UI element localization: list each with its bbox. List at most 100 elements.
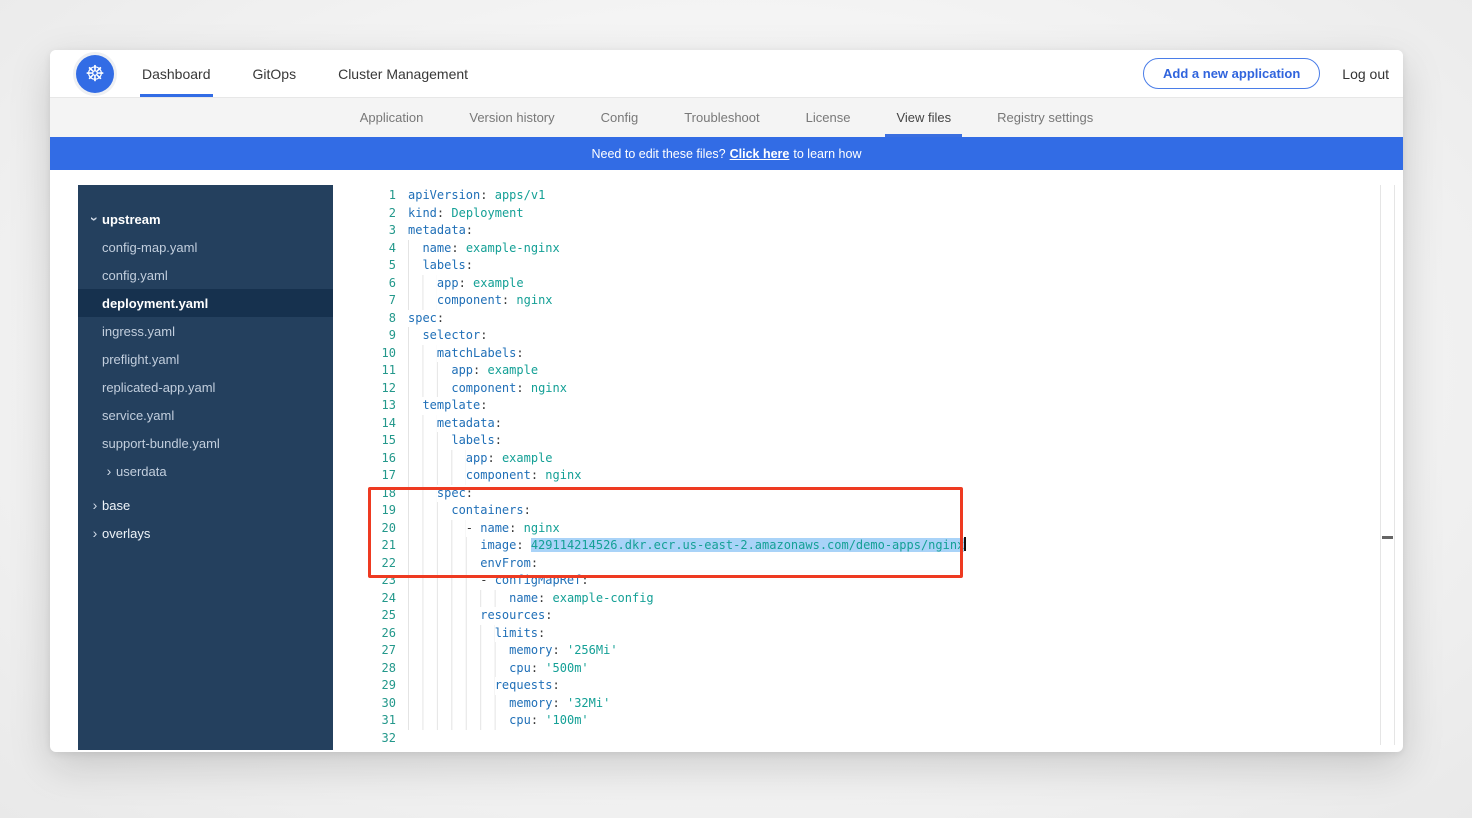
code-line-10: 10matchLabels:: [345, 345, 1380, 363]
line-number: 28: [345, 660, 408, 678]
code-line-22: 22envFrom:: [345, 555, 1380, 573]
text-cursor: [964, 537, 966, 551]
line-number: 4: [345, 240, 408, 258]
line-number: 14: [345, 415, 408, 433]
line-number: 6: [345, 275, 408, 293]
code-line-6: 6app: example: [345, 275, 1380, 293]
line-number: 12: [345, 380, 408, 398]
tab-version-history[interactable]: Version history: [458, 98, 565, 137]
code-line-31: 31cpu: '100m': [345, 712, 1380, 730]
banner-text-pre: Need to edit these files?: [592, 147, 726, 161]
code-line-20: 20- name: nginx: [345, 520, 1380, 538]
add-application-button[interactable]: Add a new application: [1143, 58, 1320, 89]
line-number: 3: [345, 222, 408, 240]
kubernetes-logo: ☸: [76, 55, 114, 93]
code-line-13: 13template:: [345, 397, 1380, 415]
chevron-right-icon: ›: [88, 525, 102, 541]
logout-link[interactable]: Log out: [1342, 66, 1389, 82]
nav-item-gitops[interactable]: GitOps: [251, 50, 299, 97]
line-number: 2: [345, 205, 408, 223]
tab-view-files[interactable]: View files: [885, 98, 962, 137]
tree-item-service-yaml[interactable]: service.yaml: [78, 401, 333, 429]
code-line-21: 21image: 429114214526.dkr.ecr.us-east-2.…: [345, 537, 1380, 555]
nav-item-cluster-management[interactable]: Cluster Management: [336, 50, 470, 97]
code-line-32: 32: [345, 730, 1380, 746]
chevron-down-icon: ›: [87, 212, 103, 226]
code-line-7: 7component: nginx: [345, 292, 1380, 310]
tree-item-base[interactable]: ›base: [78, 491, 333, 519]
line-number: 31: [345, 712, 408, 730]
line-number: 32: [345, 730, 408, 746]
file-tree-sidebar: ›upstream config-map.yaml config.yaml deplo…: [78, 185, 333, 750]
code-line-19: 19containers:: [345, 502, 1380, 520]
tree-item-label: support-bundle.yaml: [102, 436, 220, 451]
code-line-11: 11app: example: [345, 362, 1380, 380]
line-number: 5: [345, 257, 408, 275]
line-number: 25: [345, 607, 408, 625]
code-line-16: 16app: example: [345, 450, 1380, 468]
code-line-1: 1apiVersion: apps/v1: [345, 187, 1380, 205]
line-number: 19: [345, 502, 408, 520]
line-number: 23: [345, 572, 408, 590]
nav-item-dashboard[interactable]: Dashboard: [140, 50, 213, 97]
tree-item-ingress-yaml[interactable]: ingress.yaml: [78, 317, 333, 345]
code-line-23: 23- configMapRef:: [345, 572, 1380, 590]
tab-registry-settings[interactable]: Registry settings: [986, 98, 1104, 137]
tree-item-label: userdata: [116, 464, 167, 479]
tree-item-label: service.yaml: [102, 408, 174, 423]
tree-item-deployment-yaml[interactable]: deployment.yaml: [78, 289, 333, 317]
app-tabs-bar: Application Version history Config Troubles…: [50, 98, 1403, 137]
editor-scrollbar[interactable]: [1381, 185, 1395, 745]
tree-item-label: config-map.yaml: [102, 240, 197, 255]
tab-license[interactable]: License: [795, 98, 862, 137]
code-line-24: 24name: example-config: [345, 590, 1380, 608]
line-number: 26: [345, 625, 408, 643]
cursor-position-marker: [1382, 536, 1393, 539]
code-line-14: 14metadata:: [345, 415, 1380, 433]
kubernetes-wheel-icon: ☸: [85, 63, 105, 85]
code-line-25: 25resources:: [345, 607, 1380, 625]
tree-item-replicated-app-yaml[interactable]: replicated-app.yaml: [78, 373, 333, 401]
tree-item-config-map-yaml[interactable]: config-map.yaml: [78, 233, 333, 261]
tab-troubleshoot[interactable]: Troubleshoot: [673, 98, 770, 137]
tree-item-overlays[interactable]: ›overlays: [78, 519, 333, 547]
line-number: 22: [345, 555, 408, 573]
line-number: 27: [345, 642, 408, 660]
line-number: 15: [345, 432, 408, 450]
code-line-30: 30memory: '32Mi': [345, 695, 1380, 713]
line-number: 13: [345, 397, 408, 415]
line-number: 30: [345, 695, 408, 713]
line-number: 1: [345, 187, 408, 205]
code-line-27: 27memory: '256Mi': [345, 642, 1380, 660]
code-line-3: 3metadata:: [345, 222, 1380, 240]
code-line-15: 15labels:: [345, 432, 1380, 450]
tree-item-label: deployment.yaml: [102, 296, 208, 311]
line-number: 11: [345, 362, 408, 380]
banner-text-post: to learn how: [793, 147, 861, 161]
code-line-17: 17component: nginx: [345, 467, 1380, 485]
tree-item-label: preflight.yaml: [102, 352, 179, 367]
code-line-26: 26limits:: [345, 625, 1380, 643]
tab-application[interactable]: Application: [349, 98, 435, 137]
edit-files-banner: Need to edit these files? Click here to …: [50, 137, 1403, 170]
line-number: 8: [345, 310, 408, 328]
code-line-29: 29requests:: [345, 677, 1380, 695]
tree-item-label: overlays: [102, 526, 150, 541]
tree-item-upstream[interactable]: ›upstream: [78, 205, 333, 233]
top-navbar: ☸ Dashboard GitOps Cluster Management Add …: [50, 50, 1403, 98]
tree-item-support-bundle-yaml[interactable]: support-bundle.yaml: [78, 429, 333, 457]
chevron-right-icon: ›: [88, 497, 102, 513]
tree-item-config-yaml[interactable]: config.yaml: [78, 261, 333, 289]
code-line-8: 8spec:: [345, 310, 1380, 328]
editor-content[interactable]: 1apiVersion: apps/v12kind: Deployment3me…: [345, 185, 1381, 745]
line-number: 17: [345, 467, 408, 485]
tree-item-label: base: [102, 498, 130, 513]
tree-item-preflight-yaml[interactable]: preflight.yaml: [78, 345, 333, 373]
line-number: 21: [345, 537, 408, 555]
tab-config[interactable]: Config: [590, 98, 650, 137]
code-line-12: 12component: nginx: [345, 380, 1380, 398]
code-line-4: 4name: example-nginx: [345, 240, 1380, 258]
line-number: 29: [345, 677, 408, 695]
tree-item-userdata[interactable]: ›userdata: [78, 457, 333, 485]
click-here-link[interactable]: Click here: [730, 147, 790, 161]
